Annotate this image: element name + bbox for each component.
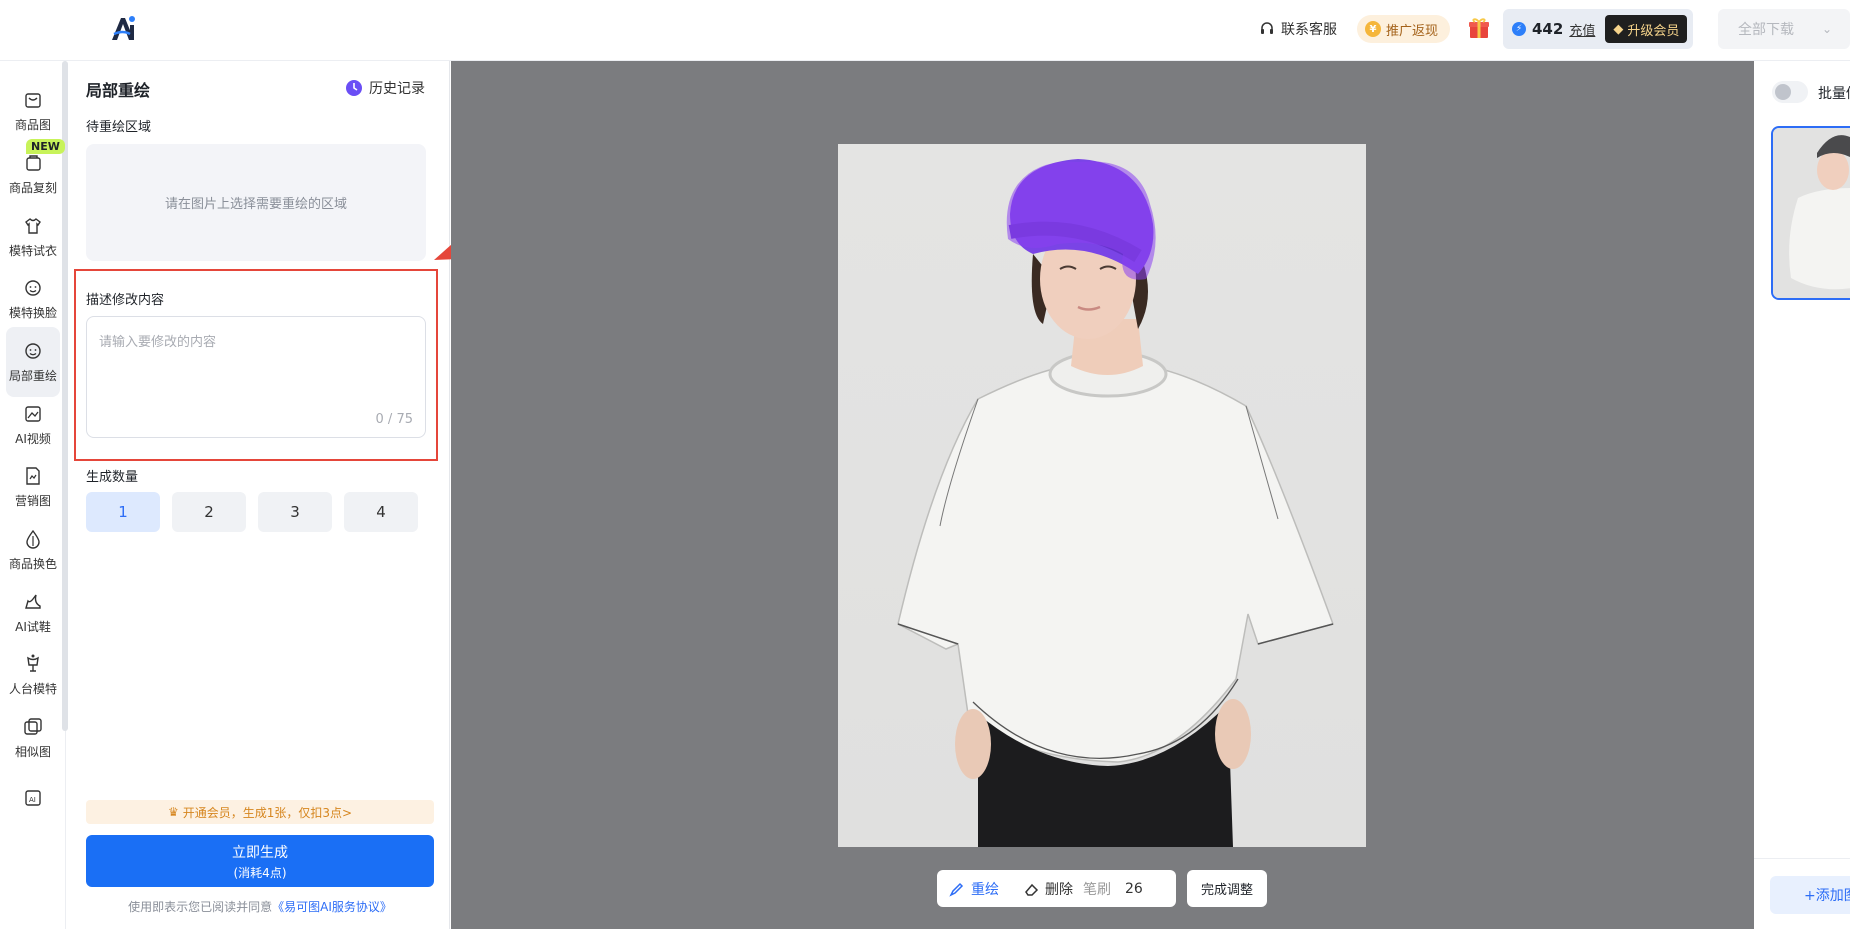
- right-divider: [1754, 858, 1850, 859]
- nav-item-5[interactable]: AI视频: [0, 390, 66, 460]
- shoe-icon: [25, 594, 41, 609]
- promo-label: 推广返现: [1386, 23, 1439, 39]
- eraser-icon: [1025, 883, 1039, 896]
- nav-item-6[interactable]: 营销图: [0, 452, 66, 522]
- brush-toolbar: 重绘 删除 笔刷 26: [937, 870, 1176, 907]
- nav-item-label: 相似图: [14, 745, 51, 759]
- nav-item-9[interactable]: 人台模特: [0, 640, 66, 710]
- nav-item-label: 模特试衣: [8, 244, 57, 258]
- agreement-text: 使用即表示您已阅读并同意《易可图AI服务协议》: [86, 898, 434, 915]
- toggle-knob: [1775, 84, 1791, 100]
- batch-label: 批量修改: [1818, 86, 1850, 102]
- nav-item-4[interactable]: 局部重绘: [6, 327, 60, 397]
- nav-item-3[interactable]: 模特换脸: [0, 264, 66, 334]
- history-button[interactable]: 历史记录: [345, 78, 425, 98]
- promo-cashback-button[interactable]: ¥ 推广返现: [1357, 15, 1451, 43]
- face-redraw-icon: [25, 343, 41, 359]
- shirt-icon: [25, 218, 41, 234]
- new-badge: NEW: [26, 139, 65, 154]
- chevron-down-icon: ⌄: [1822, 22, 1833, 36]
- redraw-region-box: 请在图片上选择需要重绘的区域: [86, 144, 426, 261]
- upgrade-vip-button[interactable]: ◆ 升级会员: [1605, 15, 1688, 43]
- region-placeholder: 请在图片上选择需要重绘的区域: [164, 197, 347, 212]
- product-photo[interactable]: [838, 144, 1366, 847]
- image-thumbnail[interactable]: [1771, 126, 1850, 300]
- bag-copy-icon: [26, 155, 41, 171]
- vip-tip-banner[interactable]: ♛ 开通会员，生成1张，仅扣3点>: [86, 800, 434, 824]
- upgrade-label: 升级会员: [1627, 23, 1680, 39]
- generate-label: 立即生成: [232, 844, 288, 861]
- nav-item-label: AI试鞋: [15, 620, 51, 634]
- similar-image-icon: [24, 718, 42, 735]
- gift-icon[interactable]: [1467, 16, 1491, 40]
- nav-item-10[interactable]: 相似图: [0, 703, 66, 773]
- color-drop-icon: [26, 529, 40, 549]
- svg-text:AI: AI: [29, 796, 36, 804]
- batch-toggle[interactable]: [1772, 81, 1808, 103]
- region-label: 待重绘区域: [86, 120, 152, 135]
- describe-label: 描述修改内容: [86, 293, 165, 308]
- quantity-option-2[interactable]: 2: [172, 492, 246, 532]
- ai-expand-icon: AI: [25, 789, 41, 806]
- quantity-label: 生成数量: [86, 470, 139, 485]
- nav-item-8[interactable]: AI试鞋: [0, 578, 66, 648]
- video-icon: [25, 406, 41, 422]
- agreement-link[interactable]: 《易可图AI服务协议》: [272, 900, 392, 914]
- poster-icon: [26, 467, 40, 485]
- char-counter: 0 / 75: [375, 412, 413, 427]
- nav-item-label: 商品复刻: [8, 181, 57, 195]
- quantity-option-4[interactable]: 4: [344, 492, 418, 532]
- redraw-tool[interactable]: 重绘: [949, 879, 999, 899]
- crown-icon: ♛: [167, 805, 179, 819]
- app-logo[interactable]: [108, 12, 142, 46]
- model-illustration: [897, 159, 1334, 847]
- coin-icon: ¥: [1365, 21, 1381, 37]
- nav-item-label: 商品图: [14, 118, 51, 132]
- brush-size-value[interactable]: 26: [1125, 881, 1143, 897]
- finish-adjust-button[interactable]: 完成调整: [1187, 870, 1267, 907]
- nav-item-label: 人台模特: [8, 682, 57, 696]
- thumbnail-illustration: [1773, 128, 1850, 298]
- face-swap-icon: [25, 280, 41, 296]
- headset-icon: [1261, 22, 1273, 34]
- add-image-button[interactable]: +添加图片: [1770, 876, 1850, 914]
- erase-tool[interactable]: 删除: [1023, 879, 1073, 899]
- nav-item-7[interactable]: 商品换色: [0, 515, 66, 585]
- nav-item-0[interactable]: 商品图: [0, 76, 66, 146]
- recharge-link[interactable]: 充值: [1569, 20, 1595, 39]
- panel-title: 局部重绘: [86, 81, 151, 100]
- credit-panel: ⚡ 442 充值 ◆ 升级会员: [1503, 9, 1693, 49]
- contact-label: 联系客服: [1281, 22, 1337, 38]
- vip-tip-text: 开通会员，生成1张，仅扣3点>: [182, 805, 353, 820]
- nav-item-2[interactable]: 模特试衣: [0, 202, 66, 272]
- history-clock-icon: [346, 80, 362, 96]
- mannequin-icon: [27, 654, 39, 672]
- generate-button[interactable]: 立即生成 (消耗4点): [86, 835, 434, 887]
- quantity-option-1[interactable]: 1: [86, 492, 160, 532]
- nav-item-label: 商品换色: [8, 557, 57, 571]
- describe-textarea[interactable]: 请输入要修改的内容 0 / 75: [86, 316, 426, 438]
- redraw-label: 重绘: [971, 881, 999, 898]
- credit-count: 442: [1532, 20, 1564, 38]
- agreement-prefix: 使用即表示您已阅读并同意: [128, 900, 273, 914]
- contact-support-link[interactable]: 联系客服: [1259, 19, 1337, 39]
- erase-label: 删除: [1045, 881, 1073, 898]
- download-all-label: 全部下载: [1738, 22, 1794, 38]
- nav-item-11[interactable]: AI: [0, 765, 66, 835]
- quantity-option-3[interactable]: 3: [258, 492, 332, 532]
- image-bag-icon: [25, 93, 41, 108]
- download-all-button[interactable]: 全部下载 ⌄: [1718, 9, 1850, 49]
- nav-item-label: AI视频: [15, 432, 51, 446]
- pen-icon: [949, 882, 964, 897]
- lightning-icon: ⚡: [1512, 22, 1526, 36]
- history-label: 历史记录: [369, 81, 425, 97]
- generate-cost: (消耗4点): [233, 865, 287, 880]
- brush-label: 笔刷: [1083, 881, 1111, 898]
- nav-item-label: 模特换脸: [8, 306, 57, 320]
- nav-item-label: 局部重绘: [8, 369, 57, 383]
- nav-item-label: 营销图: [14, 494, 51, 508]
- describe-placeholder: 请输入要修改的内容: [99, 335, 217, 350]
- diamond-icon: ◆: [1613, 21, 1624, 37]
